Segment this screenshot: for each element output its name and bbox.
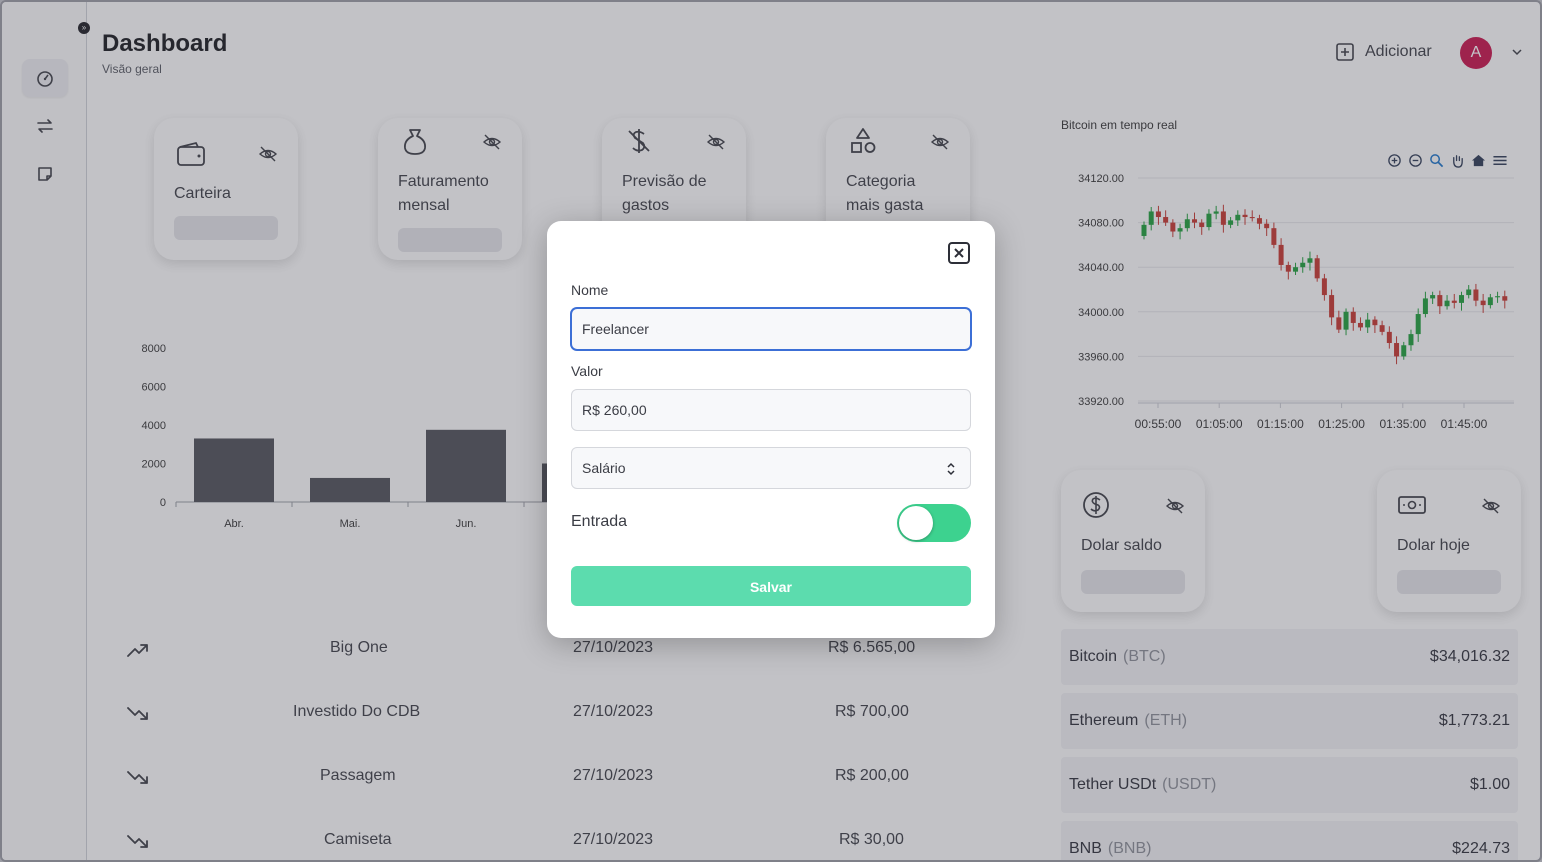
select-arrows-icon bbox=[947, 462, 955, 476]
name-label: Nome bbox=[571, 282, 609, 298]
toggle-knob bbox=[899, 506, 933, 540]
close-button[interactable] bbox=[948, 242, 970, 264]
category-select[interactable]: Salário bbox=[571, 447, 971, 489]
close-icon bbox=[954, 248, 964, 258]
name-input[interactable] bbox=[571, 308, 971, 350]
add-transaction-modal: Nome Valor Salário Entrada Salvar bbox=[547, 221, 995, 638]
category-selected-value: Salário bbox=[582, 460, 626, 476]
value-label: Valor bbox=[571, 363, 603, 379]
value-input[interactable] bbox=[571, 389, 971, 431]
save-button[interactable]: Salvar bbox=[571, 566, 971, 606]
entrada-label: Entrada bbox=[571, 513, 628, 530]
entrada-toggle[interactable] bbox=[897, 504, 971, 542]
